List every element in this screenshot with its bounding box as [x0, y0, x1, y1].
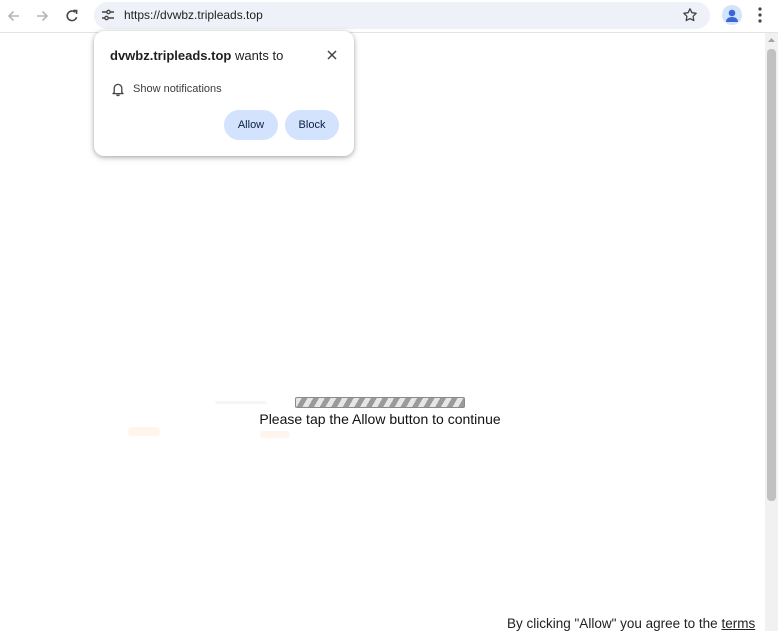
block-button[interactable]: Block: [285, 110, 339, 140]
decorative-smudge: [260, 431, 290, 438]
scroll-thumb[interactable]: [767, 49, 776, 501]
arrow-left-icon: [7, 10, 19, 22]
popup-title-suffix: wants to: [231, 48, 284, 63]
url-text[interactable]: https://dvwbz.tripleads.top: [124, 8, 263, 22]
popup-site: dvwbz.tripleads.top: [110, 48, 232, 63]
vertical-scrollbar[interactable]: [765, 33, 778, 631]
popup-title: dvwbz.tripleads.top wants to: [110, 48, 283, 63]
permission-label: Show notifications: [133, 83, 222, 95]
continue-message: Please tap the Allow button to continue: [259, 411, 501, 427]
decorative-smudge: [128, 427, 160, 436]
terms-prefix: By clicking "Allow" you agree to the: [507, 616, 722, 631]
browser-toolbar: https://dvwbz.tripleads.top: [0, 0, 778, 33]
decorative-smudge: [215, 401, 267, 404]
terms-notice: By clicking "Allow" you agree to the ter…: [507, 616, 755, 631]
address-bar[interactable]: https://dvwbz.tripleads.top: [94, 2, 710, 29]
back-button[interactable]: [2, 4, 26, 28]
reload-button[interactable]: [60, 4, 84, 28]
person-icon: [726, 9, 738, 22]
forward-button[interactable]: [30, 4, 54, 28]
scroll-up-icon[interactable]: [767, 36, 776, 44]
notification-permission-popup: dvwbz.tripleads.top wants to Show notifi…: [94, 31, 354, 156]
arrow-right-icon: [37, 10, 49, 22]
tune-icon[interactable]: [100, 7, 116, 23]
profile-button[interactable]: [722, 5, 742, 25]
reload-icon: [66, 9, 78, 22]
close-icon[interactable]: [324, 47, 340, 63]
allow-button[interactable]: Allow: [224, 110, 278, 140]
star-icon[interactable]: [682, 7, 698, 23]
bell-icon: [112, 83, 124, 97]
loading-progress-bar: [295, 397, 465, 408]
kebab-icon[interactable]: [752, 5, 768, 25]
terms-link[interactable]: terms: [721, 616, 755, 631]
